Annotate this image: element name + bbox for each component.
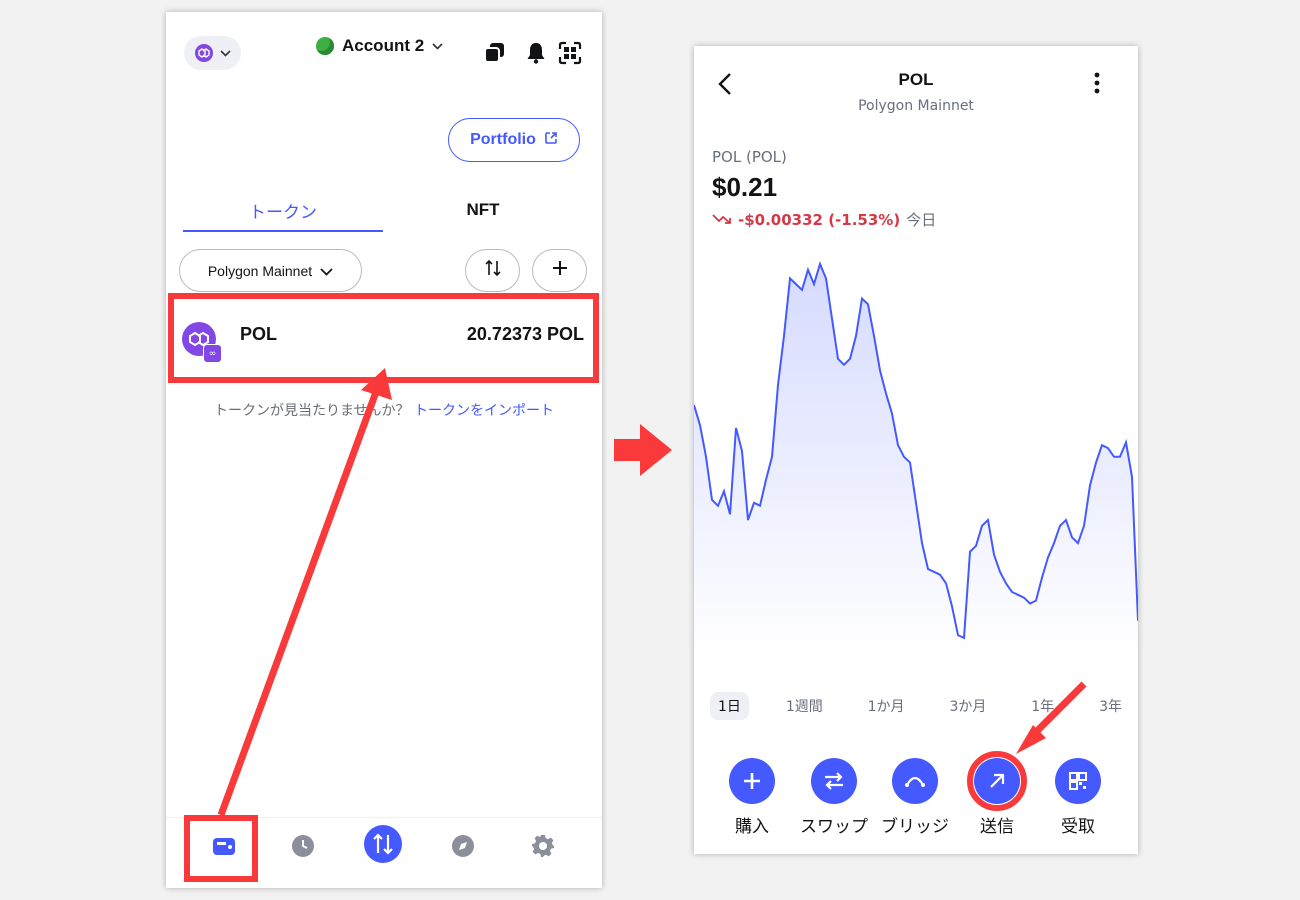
annotation-arrows: [217, 368, 1087, 817]
arrow-down-annotation: [1016, 681, 1087, 754]
arrow-up-annotation: [217, 368, 392, 817]
arrow-right-icon: [614, 424, 672, 476]
